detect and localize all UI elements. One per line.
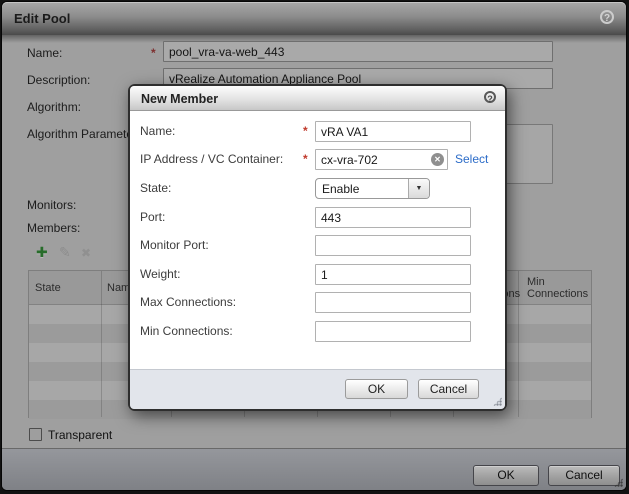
delete-member-icon[interactable]: ✖	[81, 246, 91, 261]
new-member-title: New Member	[141, 92, 218, 106]
member-port-label: Port:	[140, 210, 165, 224]
member-ip-label: IP Address / VC Container:	[140, 152, 283, 166]
new-member-dialog: New Member ? Name: * IP Address / VC Con…	[128, 84, 507, 411]
new-member-ok-button[interactable]: OK	[345, 379, 408, 399]
pool-name-input[interactable]	[163, 41, 553, 62]
member-ip-field: ✕	[315, 149, 448, 170]
edit-pool-footer: OK Cancel	[2, 448, 626, 490]
transparent-checkbox[interactable]	[29, 428, 42, 441]
member-name-field	[315, 121, 471, 142]
member-state-value: Enable	[316, 179, 408, 198]
member-min-connections-input[interactable]	[315, 321, 471, 342]
edit-pool-help-icon[interactable]: ?	[600, 10, 614, 24]
column-header-state[interactable]: State	[29, 271, 101, 305]
pool-algorithm-label: Algorithm:	[27, 100, 81, 114]
resize-grip[interactable]	[493, 397, 502, 406]
member-name-input[interactable]	[315, 121, 471, 142]
member-state-label: State:	[140, 181, 171, 195]
pool-name-label: Name:	[27, 46, 62, 60]
chevron-down-icon: ▼	[416, 185, 423, 192]
member-port-field	[315, 207, 471, 228]
pool-members-label: Members:	[27, 221, 80, 235]
new-member-help-icon[interactable]: ?	[484, 91, 496, 103]
member-weight-field	[315, 264, 471, 285]
dropdown-button[interactable]: ▼	[408, 179, 429, 198]
member-min-connections-field	[315, 321, 471, 342]
member-name-required-marker: *	[303, 124, 308, 138]
member-port-input[interactable]	[315, 207, 471, 228]
column-divider	[518, 271, 519, 417]
member-monitor-port-input[interactable]	[315, 235, 471, 256]
member-min-connections-label: Min Connections:	[140, 324, 233, 338]
pool-name-required-marker: *	[151, 46, 156, 60]
member-max-connections-label: Max Connections:	[140, 295, 236, 309]
clear-input-icon[interactable]: ✕	[431, 153, 444, 166]
new-member-titlebar[interactable]: New Member ?	[130, 86, 505, 111]
select-link[interactable]: Select	[455, 152, 488, 166]
member-name-label: Name:	[140, 124, 175, 138]
member-monitor-port-field	[315, 235, 471, 256]
edit-pool-title: Edit Pool	[14, 11, 70, 26]
pool-description-label: Description:	[27, 73, 90, 87]
transparent-label: Transparent	[48, 428, 112, 442]
column-header-min-connections[interactable]: Min Connections	[521, 271, 591, 305]
member-weight-input[interactable]	[315, 264, 471, 285]
member-max-connections-field	[315, 292, 471, 313]
screen: Edit Pool ? Name: * Description: Algorit…	[0, 0, 629, 494]
add-member-icon[interactable]: ✚	[36, 245, 48, 260]
member-ip-required-marker: *	[303, 152, 308, 166]
column-divider	[101, 271, 102, 417]
member-weight-label: Weight:	[140, 267, 180, 281]
edit-pool-ok-button[interactable]: OK	[473, 465, 539, 486]
member-max-connections-input[interactable]	[315, 292, 471, 313]
member-state-dropdown[interactable]: Enable ▼	[315, 178, 430, 199]
new-member-footer: OK Cancel	[130, 369, 505, 409]
member-ip-input[interactable]	[315, 149, 448, 170]
new-member-cancel-button[interactable]: Cancel	[418, 379, 479, 399]
edit-pool-titlebar[interactable]: Edit Pool ?	[2, 2, 626, 35]
member-monitor-port-label: Monitor Port:	[140, 238, 209, 252]
edit-pool-cancel-button[interactable]: Cancel	[548, 465, 620, 486]
edit-member-icon[interactable]: ✎	[59, 245, 71, 260]
pool-monitors-label: Monitors:	[27, 198, 76, 212]
